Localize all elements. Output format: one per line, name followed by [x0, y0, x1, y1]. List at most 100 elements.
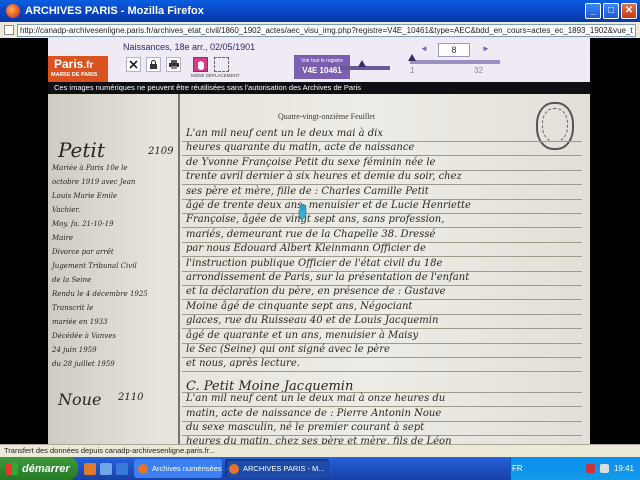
paris-logo[interactable]: Paris.fr MAIRIE DE PARIS — [48, 56, 108, 82]
margin-line: Louis Marie Emile — [52, 192, 118, 200]
document-line: Françoise, âgée de vingt sept ans, sans … — [186, 214, 445, 226]
margin-number-2: 2110 — [118, 392, 144, 403]
url-input[interactable] — [17, 23, 636, 37]
window-title: ARCHIVES PARIS - Mozilla Firefox — [25, 5, 204, 17]
document-line: L'an mil neuf cent un le deux mai à onze… — [186, 393, 446, 405]
lock-button[interactable] — [146, 57, 161, 72]
document-line: âgé de quarante et un ans, menuisier à M… — [186, 329, 419, 341]
system-tray: 19:41 — [510, 457, 640, 480]
taskbar: démarrer Archives numérisées - ARCHIVES … — [0, 457, 640, 480]
margin-line: 24 juin 1959 — [52, 346, 97, 354]
language-indicator[interactable]: FR — [512, 464, 523, 473]
taskbar-item-archives-paris[interactable]: ARCHIVES PARIS - M... — [225, 459, 329, 478]
brightness-slider-thumb[interactable] — [358, 60, 366, 67]
margin-line: Divorce par arrêt — [52, 248, 114, 256]
page-first: 1 — [410, 66, 415, 75]
document-line: et nous, après lecture. — [186, 358, 300, 370]
document-line: âgé de trente deux ans, menuisier et de … — [186, 200, 471, 211]
browser-quicklaunch-icon[interactable] — [116, 462, 128, 475]
document-line: arrondissement de Paris, sur la présenta… — [186, 272, 470, 283]
margin-line: Jugement Tribunal Civil — [52, 262, 137, 270]
margin-line: Décédée à Vanves — [52, 332, 116, 340]
address-bar — [0, 22, 640, 38]
document-line: matin, acte de naissance de : Pierre Ant… — [186, 407, 442, 419]
task-label: ARCHIVES PARIS - M... — [243, 464, 325, 473]
margin-divider — [178, 94, 180, 444]
document-line: et la déclaration du père, en présence d… — [186, 286, 446, 298]
grab-cursor-icon — [298, 204, 307, 220]
document-image[interactable]: Quatre-vingt-onzième Feuillet Petit 2109… — [48, 94, 590, 444]
document-line: L'an mil neuf cent un le deux mai à dix — [186, 128, 383, 139]
margin-name-1: Petit — [58, 138, 105, 162]
select-mode-button[interactable] — [214, 57, 229, 72]
firefox-task-icon — [229, 463, 239, 474]
margin-line: octobre 1919 avec Jean — [52, 178, 136, 186]
taskbar-item-archives[interactable]: Archives numérisées - — [134, 459, 222, 478]
close-viewer-button[interactable] — [126, 57, 141, 72]
ruled-line — [182, 371, 582, 373]
logo-sub: MAIRIE DE PARIS — [51, 72, 98, 78]
tray-security-icon[interactable] — [585, 464, 595, 473]
page-number-field[interactable]: 8 — [438, 43, 470, 57]
window-controls: _ □ ✕ — [585, 3, 640, 19]
document-line: l'instruction publique Officier de l'éta… — [186, 257, 443, 269]
page-last: 32 — [474, 66, 483, 75]
minimize-button[interactable]: _ — [585, 3, 601, 19]
start-button[interactable]: démarrer — [0, 457, 78, 480]
pan-mode-button[interactable] — [193, 57, 208, 72]
record-title: Naissances, 18e arr., 02/05/1901 — [123, 42, 256, 52]
start-label: démarrer — [22, 462, 70, 475]
document-line: du sexe masculin, né le premier courant … — [186, 422, 425, 433]
margin-line: de la Seine — [52, 276, 92, 284]
page-icon — [4, 25, 14, 35]
margin-line: Moy. fa. 21-10-19 — [52, 220, 114, 228]
close-icon — [129, 60, 138, 69]
page-slider[interactable] — [410, 60, 500, 64]
margin-name-2: Noue — [58, 390, 102, 409]
firefox-quicklaunch-icon[interactable] — [84, 462, 96, 475]
margin-line: Vachier. — [52, 206, 81, 214]
next-page-button[interactable]: ► — [482, 44, 490, 53]
viewer-toolbar: Paris.fr MAIRIE DE PARIS Naissances, 18e… — [48, 38, 590, 82]
usage-notice: Ces images numériques ne peuvent être ré… — [48, 82, 590, 94]
logo-main: Paris — [54, 57, 84, 71]
hand-icon — [197, 60, 204, 70]
print-icon — [168, 60, 179, 69]
official-seal-inner — [542, 108, 568, 142]
firefox-icon — [6, 4, 20, 18]
pager: ◄ 8 ► 1 32 — [404, 40, 504, 80]
prev-page-button[interactable]: ◄ — [420, 44, 428, 53]
document-line: ses père et mère, fille de : Charles Cam… — [186, 185, 429, 197]
document-line: de Yvonne Françoise Petit du sexe fémini… — [186, 156, 436, 168]
brightness-icon: ☼ — [326, 60, 336, 71]
margin-line: Maire — [52, 234, 74, 242]
maximize-button[interactable]: □ — [603, 3, 619, 19]
mode-label: MODE DÉPLACEMENT — [191, 73, 240, 78]
document-line: heures quarante du matin, acte de naissa… — [186, 142, 415, 154]
document-line: par nous Edouard Albert Kleinmann Offici… — [186, 243, 426, 255]
margin-line: Mariée à Paris 10e le — [52, 164, 128, 172]
margin-line: Transcrit le — [52, 304, 94, 312]
document-line: glaces, rue du Ruisseau 40 et de Louis J… — [186, 315, 439, 327]
margin-line: Rendu le 4 décembre 1925 — [52, 290, 148, 298]
lock-icon — [150, 59, 157, 69]
document-line: mariés, demeurant rue de la Chapelle 38.… — [186, 228, 436, 240]
desktop-quicklaunch-icon[interactable] — [100, 462, 112, 475]
quick-launch — [78, 462, 134, 475]
windows-logo-icon — [6, 462, 18, 475]
document-line: trente avril dernier à six heures et dem… — [186, 171, 462, 183]
document-line: le Sec (Seine) qui ont signé avec le pèr… — [186, 344, 390, 355]
window-titlebar: ARCHIVES PARIS - Mozilla Firefox _ □ ✕ — [0, 0, 640, 22]
firefox-task-icon — [138, 463, 148, 474]
tray-network-icon[interactable] — [599, 464, 609, 473]
clock: 19:41 — [613, 464, 634, 473]
page-slider-thumb[interactable] — [408, 54, 416, 61]
margin-line: du 28 juillet 1959 — [52, 360, 115, 368]
document-line: Moine âgé de cinquante sept ans, Négocia… — [186, 300, 413, 312]
task-label: Archives numérisées - — [152, 464, 222, 473]
status-bar: Transfert des données depuis canadp-arch… — [0, 444, 640, 457]
register-button-line1: Voir tout le registre — [301, 58, 343, 64]
print-button[interactable] — [166, 57, 181, 72]
close-window-button[interactable]: ✕ — [621, 3, 637, 19]
margin-line: mariée en 1933 — [52, 318, 108, 326]
